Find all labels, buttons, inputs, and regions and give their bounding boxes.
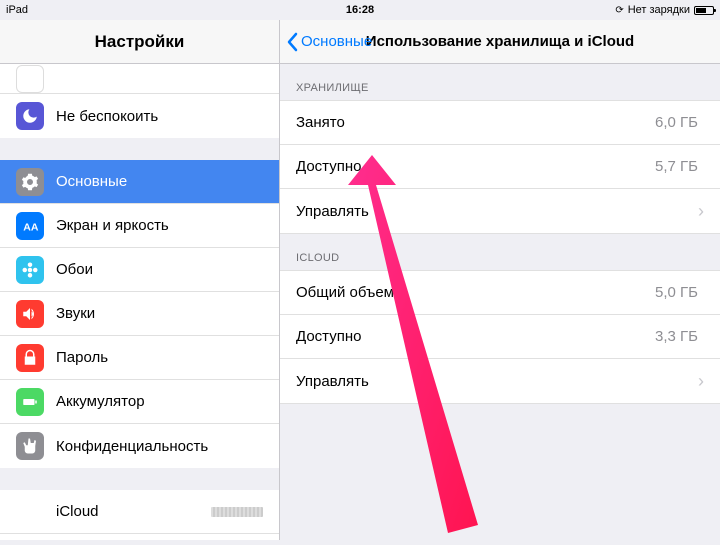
row-value: 6,0 ГБ <box>655 114 698 131</box>
sidebar-item-label: Звуки <box>56 305 263 322</box>
sidebar-item-sounds[interactable]: Звуки <box>0 292 279 336</box>
row-label: Управлять <box>296 203 698 220</box>
sidebar-item-label: Не беспокоить <box>56 108 263 125</box>
flower-icon <box>16 256 44 284</box>
device-label: iPad <box>6 4 28 16</box>
sidebar-item-do-not-disturb[interactable]: Не беспокоить <box>0 94 279 138</box>
text-size-icon: AA <box>16 212 44 240</box>
detail-pane: Основные Использование хранилища и iClou… <box>280 20 720 540</box>
detail-header: Основные Использование хранилища и iClou… <box>280 20 720 64</box>
list-item[interactable] <box>0 64 279 94</box>
chevron-left-icon <box>286 32 298 52</box>
sidebar-item-general[interactable]: Основные <box>0 160 279 204</box>
row-value: 5,0 ГБ <box>655 284 698 301</box>
row-label: Доступно <box>296 158 655 175</box>
orientation-lock-icon: ⟳ <box>615 5 623 16</box>
sidebar-item-label: Основные <box>56 173 263 190</box>
back-label: Основные <box>301 33 372 50</box>
row-label: Доступно <box>296 328 655 345</box>
status-bar: iPad 16:28 ⟳ Нет зарядки <box>0 0 720 20</box>
sidebar-item-label: Пароль <box>56 349 263 366</box>
icloud-account-redacted <box>211 507 263 517</box>
sidebar-title: Настройки <box>0 20 279 64</box>
group-header-icloud: ICLOUD <box>280 234 720 270</box>
battery-icon <box>16 388 44 416</box>
placeholder-icon <box>16 65 44 93</box>
icloud-manage-row[interactable]: Управлять › <box>280 359 720 403</box>
sidebar-item-icloud[interactable]: iCloud <box>0 490 279 534</box>
row-value: 5,7 ГБ <box>655 158 698 175</box>
row-value: 3,3 ГБ <box>655 328 698 345</box>
back-button[interactable]: Основные <box>286 32 372 52</box>
row-label: Общий объем <box>296 284 655 301</box>
storage-used-row[interactable]: Занято 6,0 ГБ <box>280 101 720 145</box>
icloud-total-row[interactable]: Общий объем 5,0 ГБ <box>280 271 720 315</box>
cloud-icon <box>16 498 44 526</box>
gear-icon <box>16 168 44 196</box>
sidebar-item-label: Экран и яркость <box>56 217 263 234</box>
status-time: 16:28 <box>346 4 374 16</box>
sidebar-item-wallpaper[interactable]: Обои <box>0 248 279 292</box>
sidebar-item-passcode[interactable]: Пароль <box>0 336 279 380</box>
storage-manage-row[interactable]: Управлять › <box>280 189 720 233</box>
row-label: Занято <box>296 114 655 131</box>
charging-label: Нет зарядки <box>628 4 690 16</box>
sidebar-item-label: Обои <box>56 261 263 278</box>
chevron-right-icon: › <box>698 371 704 392</box>
sidebar-item-label: Конфиденциальность <box>56 438 263 455</box>
sidebar-item-label: iCloud <box>56 503 211 520</box>
settings-sidebar: Настройки Не беспокоить Основные AA Экра… <box>0 20 280 540</box>
sidebar-item-battery[interactable]: Аккумулятор <box>0 380 279 424</box>
sidebar-item-display[interactable]: AA Экран и яркость <box>0 204 279 248</box>
chevron-right-icon: › <box>698 201 704 222</box>
storage-available-row[interactable]: Доступно 5,7 ГБ <box>280 145 720 189</box>
icloud-available-row[interactable]: Доступно 3,3 ГБ <box>280 315 720 359</box>
group-header-storage: ХРАНИЛИЩЕ <box>280 64 720 100</box>
row-label: Управлять <box>296 373 698 390</box>
moon-icon <box>16 102 44 130</box>
lock-icon <box>16 344 44 372</box>
sidebar-item-label: Аккумулятор <box>56 393 263 410</box>
sidebar-item-privacy[interactable]: Конфиденциальность <box>0 424 279 468</box>
battery-icon <box>694 6 714 15</box>
svg-text:AA: AA <box>23 221 39 233</box>
speaker-icon <box>16 300 44 328</box>
sidebar-item-appstore[interactable]: App Store, iTunes Store <box>0 534 279 540</box>
hand-icon <box>16 432 44 460</box>
